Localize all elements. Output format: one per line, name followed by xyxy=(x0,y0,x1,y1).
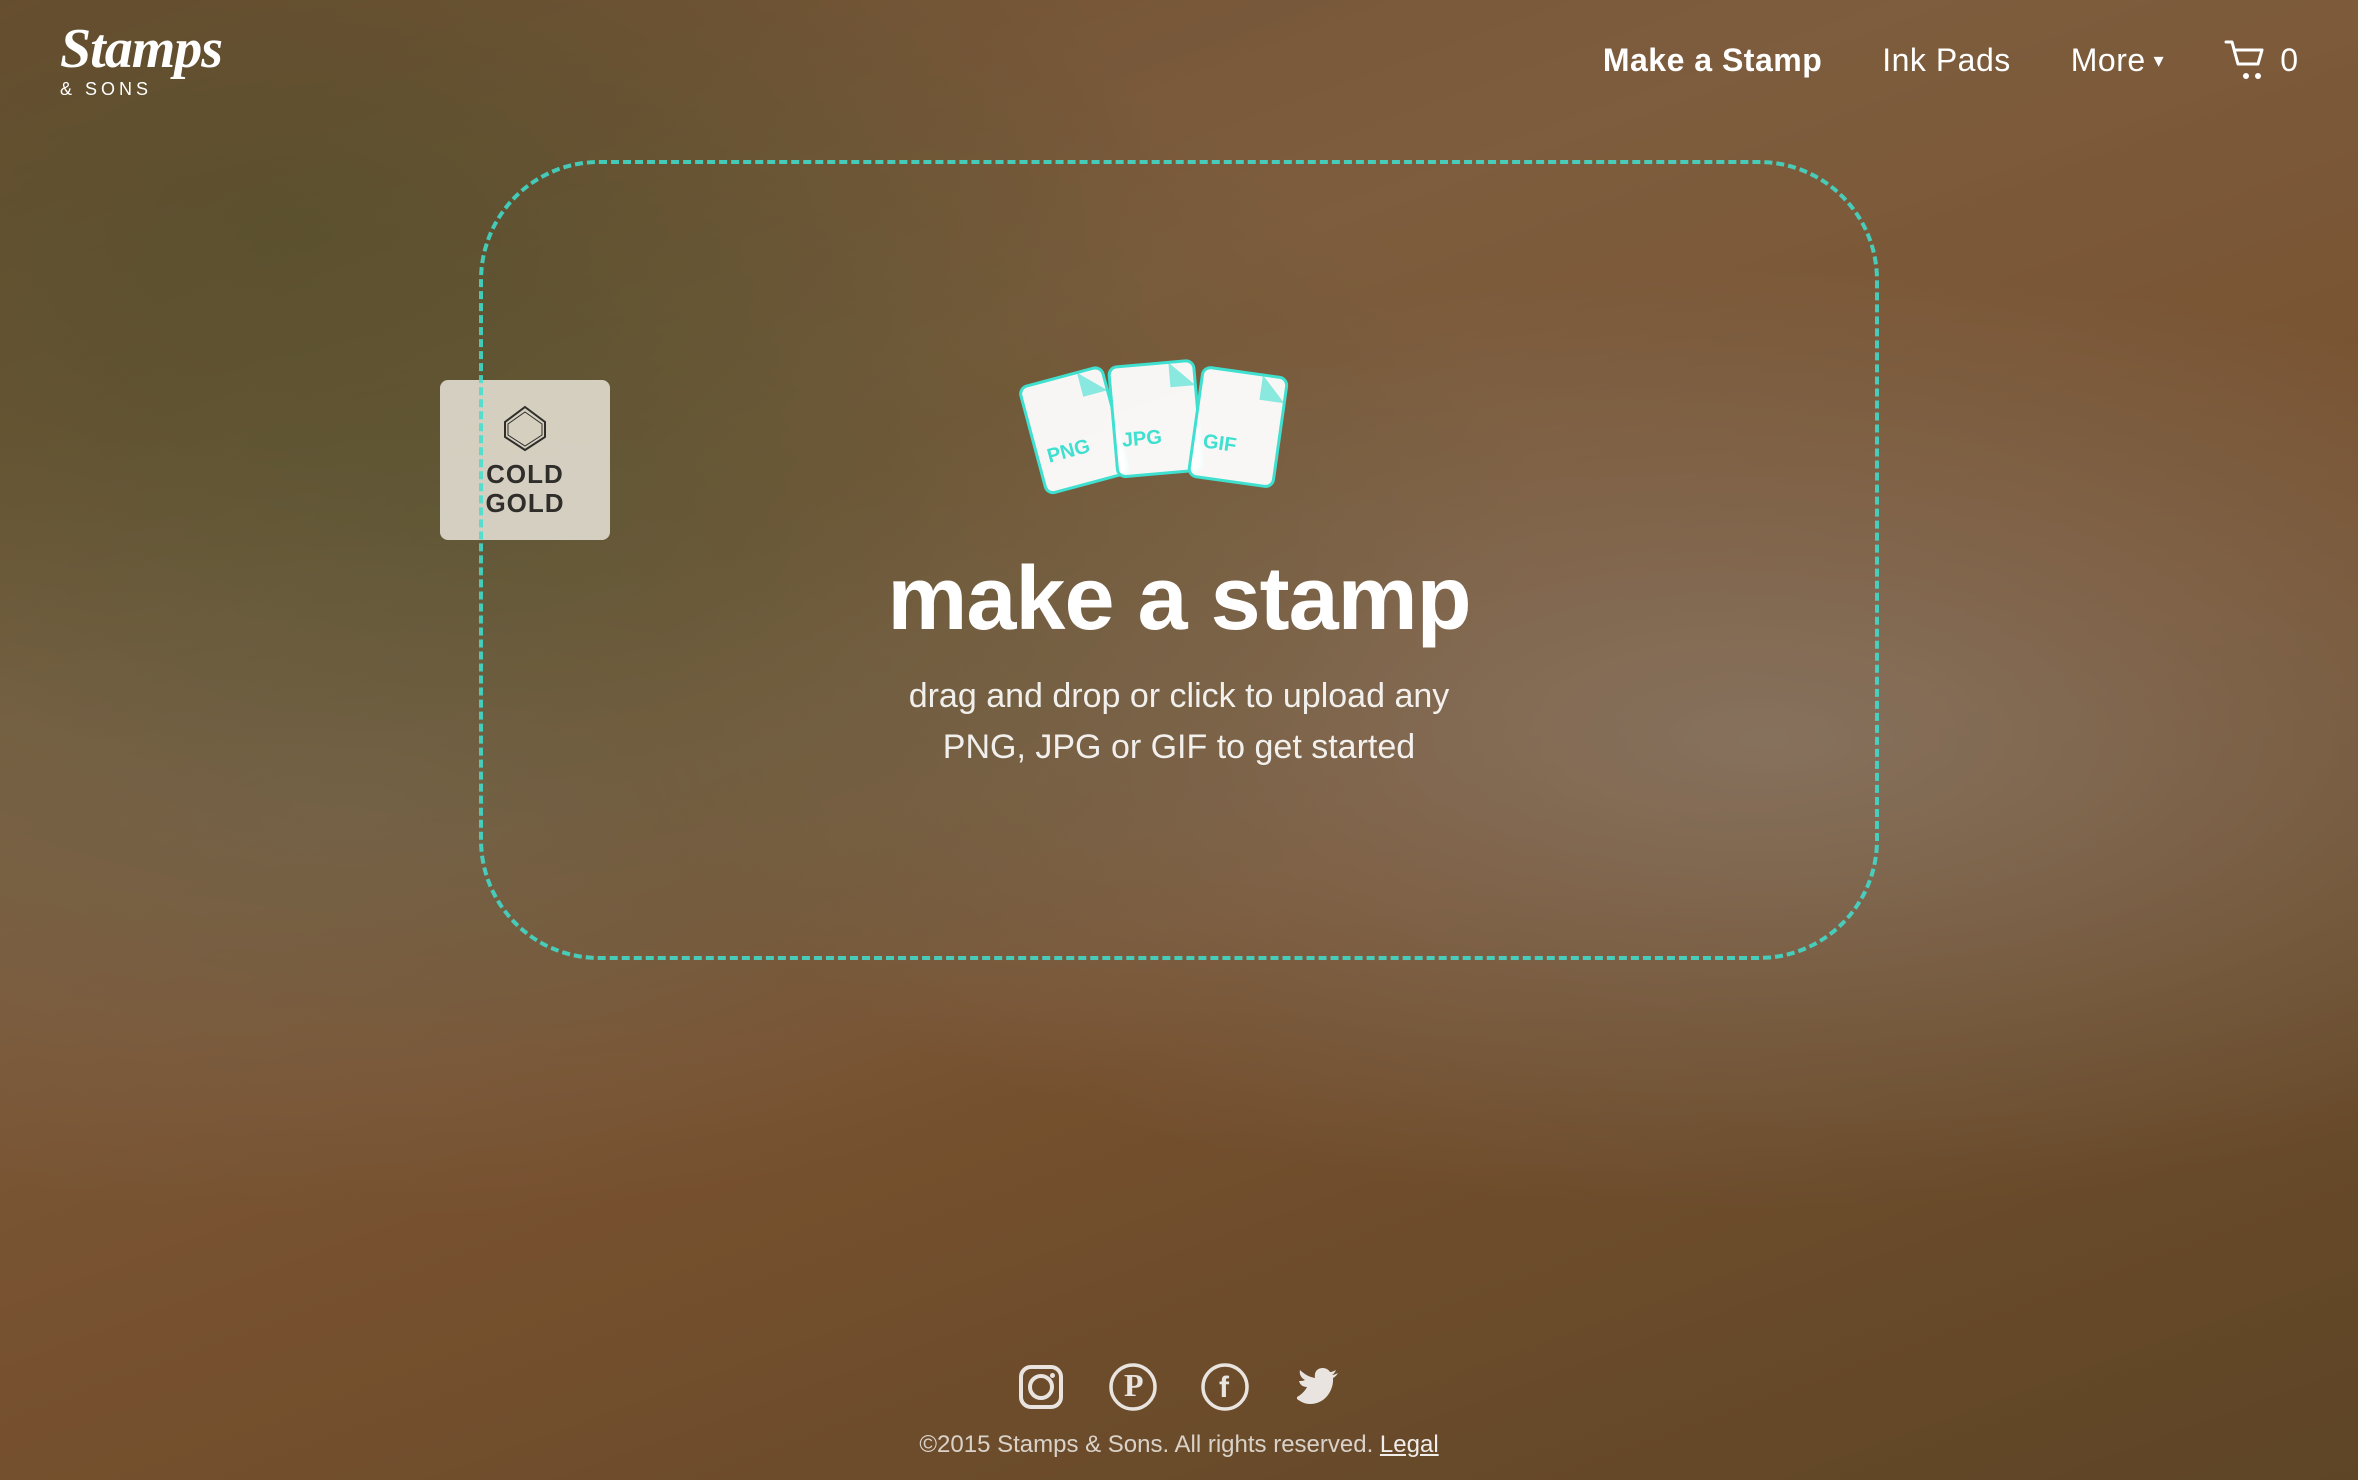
pinterest-icon[interactable]: P xyxy=(1107,1361,1159,1413)
twitter-icon[interactable] xyxy=(1291,1361,1343,1413)
cart-area[interactable]: 0 xyxy=(2224,40,2298,80)
gif-file-icon: GIF xyxy=(1180,361,1308,515)
svg-text:JPG: JPG xyxy=(1121,426,1163,451)
logo-sub: & SONS xyxy=(60,79,152,100)
upload-subtitle: drag and drop or click to upload any PNG… xyxy=(909,671,1450,773)
svg-text:f: f xyxy=(1219,1371,1230,1404)
svg-text:GIF: GIF xyxy=(1202,430,1238,456)
nav-more[interactable]: More ▾ xyxy=(2071,42,2164,79)
footer-copyright: ©2015 Stamps & Sons. All rights reserved… xyxy=(919,1431,1438,1459)
logo-name: Stamps xyxy=(60,21,222,77)
nav-make-a-stamp[interactable]: Make a Stamp xyxy=(1603,42,1822,79)
cart-count: 0 xyxy=(2280,42,2298,79)
footer-legal-link[interactable]: Legal xyxy=(1380,1431,1439,1458)
facebook-icon[interactable]: f xyxy=(1199,1361,1251,1413)
logo[interactable]: Stamps & SONS xyxy=(60,21,222,100)
footer: P f ©2015 Stamps & Sons. All rights rese… xyxy=(0,1340,2358,1480)
nav-ink-pads[interactable]: Ink Pads xyxy=(1882,42,2011,79)
nav-more-label: More xyxy=(2071,42,2146,79)
social-icons: P f xyxy=(1015,1361,1343,1413)
subtitle-line2: PNG, JPG or GIF to get started xyxy=(943,728,1415,766)
nav-links: Make a Stamp Ink Pads More ▾ 0 xyxy=(1603,40,2298,80)
svg-text:P: P xyxy=(1124,1367,1144,1403)
file-icons: PNG JPG GIF xyxy=(1029,348,1329,508)
instagram-icon[interactable] xyxy=(1015,1361,1067,1413)
cart-icon xyxy=(2224,40,2268,80)
drop-zone[interactable]: PNG JPG GIF make a stamp drag and drop o… xyxy=(479,160,1879,960)
upload-title: make a stamp xyxy=(887,548,1470,651)
subtitle-line1: drag and drop or click to upload any xyxy=(909,677,1450,715)
navbar: Stamps & SONS Make a Stamp Ink Pads More… xyxy=(0,0,2358,120)
chevron-down-icon: ▾ xyxy=(2154,48,2165,73)
